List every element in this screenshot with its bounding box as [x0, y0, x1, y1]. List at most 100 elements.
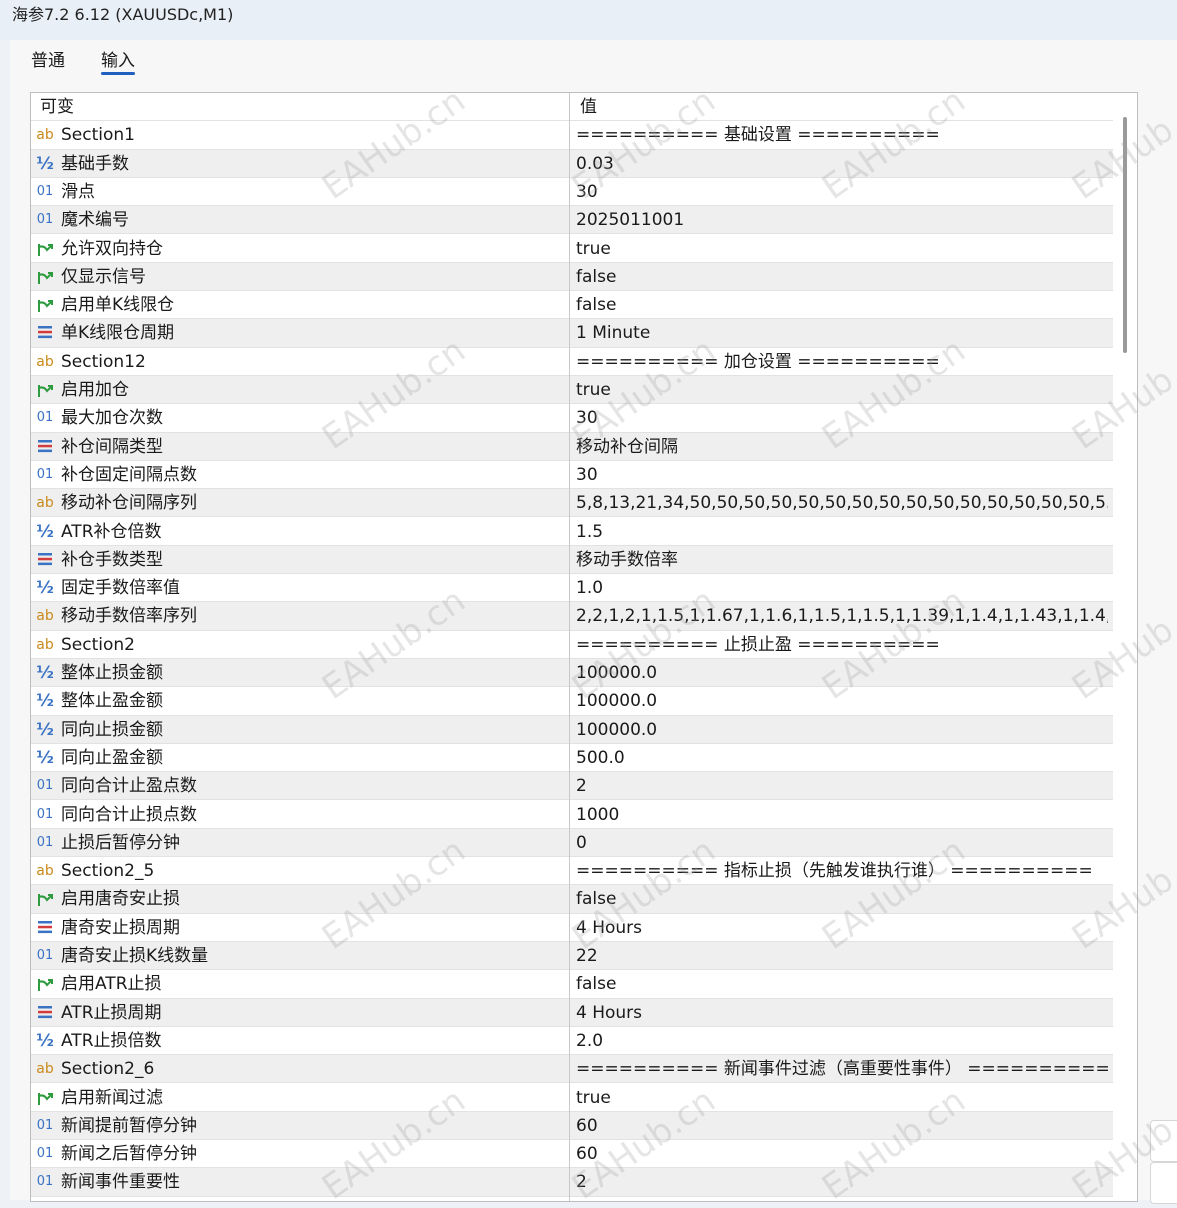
table-row[interactable]: ab Section2_5 ========== 指标止损（先触发谁执行谁） ===… [31, 857, 1113, 886]
table-row[interactable]: 01 新闻提前暂停分钟 60 [31, 1111, 1113, 1141]
variable-value[interactable]: 2 [576, 772, 1108, 800]
side-control-lower[interactable] [1150, 1162, 1177, 1204]
variable-value[interactable]: 5,8,13,21,34,50,50,50,50,50,50,50,50,50,… [576, 489, 1108, 517]
side-control-upper[interactable] [1150, 1120, 1177, 1162]
variable-name: 同向止损金额 [61, 719, 163, 740]
table-row[interactable]: ½ 整体止盈金额 100000.0 [31, 687, 1113, 716]
table-row[interactable]: ab Section12 ========== 加仓设置 ========== [31, 348, 1113, 376]
variable-value[interactable]: 100000.0 [576, 659, 1108, 687]
integer-type-icon: 01 [36, 410, 54, 426]
table-row[interactable]: 01 同向合计止损点数 1000 [31, 801, 1113, 829]
variable-value[interactable]: 2,2,1,2,1,1.5,1,1.67,1,1.6,1,1.5,1,1.5,1… [576, 602, 1108, 630]
table-row[interactable]: 01 滑点 30 [31, 178, 1113, 207]
double-type-icon: ½ [36, 153, 54, 174]
table-row[interactable]: 允许双向持仓 true [31, 235, 1113, 263]
table-row[interactable]: 启用唐奇安止损 false [31, 885, 1113, 914]
double-type-icon: ½ [36, 719, 54, 740]
tab-general[interactable]: 普通 [31, 46, 65, 71]
variable-name: ATR止损周期 [61, 1002, 162, 1023]
variable-value[interactable]: ========== 加仓设置 ========== [576, 348, 1108, 376]
variable-name: 唐奇安止损周期 [61, 917, 180, 938]
variable-name: 新闻提前暂停分钟 [61, 1115, 197, 1136]
variable-value[interactable]: 2025011001 [576, 206, 1108, 234]
variable-value[interactable]: 1000 [576, 801, 1108, 829]
table-row[interactable]: 01 魔术编号 2025011001 [31, 206, 1113, 235]
variable-name: 固定手数倍率值 [61, 578, 180, 599]
table-row[interactable]: 仅显示信号 false [31, 262, 1113, 292]
variable-name: 魔术编号 [61, 210, 129, 231]
variable-value[interactable]: 2 [576, 1168, 1108, 1196]
variable-value[interactable]: ========== 基础设置 ========== [576, 121, 1108, 149]
variable-value[interactable]: 移动补仓间隔 [576, 433, 1108, 461]
variable-name: 整体止盈金额 [61, 691, 163, 712]
tab-inputs[interactable]: 输入 [101, 46, 135, 75]
variable-value[interactable]: 4 Hours [576, 999, 1108, 1027]
variable-value[interactable]: 0.03 [576, 150, 1108, 178]
table-row[interactable]: ½ 同向止损金额 100000.0 [31, 715, 1113, 744]
variable-value[interactable]: 60 [576, 1140, 1108, 1168]
table-row[interactable]: ab Section2_6 ========== 新闻事件过滤（高重要性事件） ==… [31, 1055, 1113, 1084]
table-row[interactable]: 启用新闻过滤 true [31, 1084, 1113, 1112]
table-row[interactable]: 01 最大加仓次数 30 [31, 404, 1113, 433]
table-row[interactable]: ½ 整体止损金额 100000.0 [31, 659, 1113, 688]
variable-value[interactable]: 100000.0 [576, 716, 1108, 744]
variable-value[interactable]: ========== 止损止盈 ========== [576, 631, 1108, 659]
string-type-icon: ab [36, 608, 54, 625]
variable-value[interactable]: 移动手数倍率 [576, 546, 1108, 574]
table-row[interactable]: 01 新闻之后暂停分钟 60 [31, 1140, 1113, 1169]
variable-value[interactable]: 1 Minute [576, 319, 1108, 347]
table-row[interactable]: 01 补仓固定间隔点数 30 [31, 461, 1113, 490]
variable-value[interactable]: ========== 新闻事件过滤（高重要性事件） ========== [576, 1055, 1108, 1083]
variable-value[interactable]: false [576, 970, 1108, 998]
column-header-variable[interactable]: 可变 [40, 93, 545, 121]
table-row[interactable]: 启用加仓 true [31, 376, 1113, 405]
table-row[interactable]: 唐奇安止损周期 4 Hours [31, 914, 1113, 942]
variable-name: ATR补仓倍数 [61, 521, 162, 542]
table-row[interactable]: 01 新闻事件重要性 2 [31, 1168, 1113, 1197]
scrollbar-thumb[interactable] [1123, 117, 1127, 353]
variable-value[interactable]: 30 [576, 178, 1108, 206]
variable-value[interactable]: true [576, 1084, 1108, 1112]
table-row[interactable]: ½ 基础手数 0.03 [31, 149, 1113, 178]
variable-name: 唐奇安止损K线数量 [61, 946, 209, 966]
variable-value[interactable]: true [576, 235, 1108, 263]
variable-value[interactable]: 4 Hours [576, 914, 1108, 942]
variable-value[interactable]: 60 [576, 1112, 1108, 1140]
column-header-value[interactable]: 值 [580, 93, 1112, 121]
variable-value[interactable]: 2.0 [576, 1027, 1108, 1055]
table-row[interactable]: ab Section1 ========== 基础设置 ========== [31, 121, 1113, 150]
table-row[interactable]: 01 唐奇安止损K线数量 22 [31, 942, 1113, 971]
variable-value[interactable]: 22 [576, 942, 1108, 970]
table-row[interactable]: 单K线限仓周期 1 Minute [31, 319, 1113, 348]
table-row[interactable]: ½ 同向止盈金额 500.0 [31, 744, 1113, 773]
variable-value[interactable]: 0 [576, 829, 1108, 857]
vertical-scrollbar[interactable] [1115, 93, 1137, 1201]
table-row[interactable]: ab Section2 ========== 止损止盈 ========== [31, 631, 1113, 659]
table-row[interactable]: 补仓间隔类型 移动补仓间隔 [31, 432, 1113, 461]
variable-value[interactable]: false [576, 291, 1108, 319]
variable-value[interactable]: true [576, 376, 1108, 404]
integer-type-icon: 01 [36, 834, 54, 850]
variable-value[interactable]: 30 [576, 461, 1108, 489]
integer-type-icon: 01 [36, 948, 54, 963]
variable-value[interactable]: ========== 指标止损（先触发谁执行谁） ========== [576, 857, 1108, 885]
table-row[interactable]: 启用单K线限仓 false [31, 291, 1113, 320]
table-row[interactable]: ab 移动手数倍率序列 2,2,1,2,1,1.5,1,1.67,1,1.6,1,1… [31, 602, 1113, 631]
variable-value[interactable]: 1.0 [576, 574, 1108, 602]
table-row[interactable]: 01 同向合计止盈点数 2 [31, 772, 1113, 801]
variable-value[interactable]: 100000.0 [576, 687, 1108, 715]
variable-value[interactable]: 1.5 [576, 518, 1108, 546]
table-row[interactable]: ab 移动补仓间隔序列 5,8,13,21,34,50,50,50,50,50,50… [31, 489, 1113, 518]
table-row[interactable]: ½ 固定手数倍率值 1.0 [31, 574, 1113, 603]
table-row[interactable]: ATR止损周期 4 Hours [31, 998, 1113, 1027]
table-row[interactable]: 01 止损后暂停分钟 0 [31, 828, 1113, 858]
variable-value[interactable]: false [576, 263, 1108, 291]
table-row[interactable]: ½ ATR补仓倍数 1.5 [31, 518, 1113, 546]
variable-value[interactable]: 500.0 [576, 744, 1108, 772]
table-row[interactable]: 启用ATR止损 false [31, 970, 1113, 999]
table-row[interactable]: 补仓手数类型 移动手数倍率 [31, 545, 1113, 575]
column-divider[interactable] [569, 93, 570, 1201]
variable-value[interactable]: false [576, 885, 1108, 913]
variable-value[interactable]: 30 [576, 404, 1108, 432]
table-row[interactable]: ½ ATR止损倍数 2.0 [31, 1027, 1113, 1056]
